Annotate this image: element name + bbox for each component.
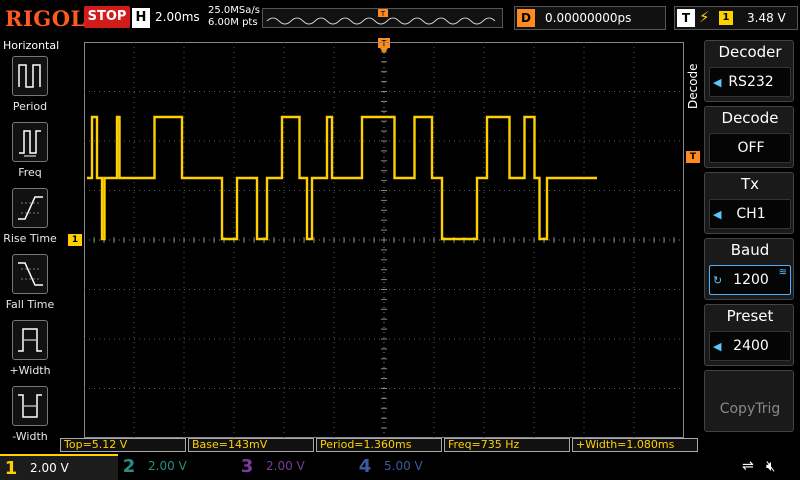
timebase-value[interactable]: 2.00ms: [155, 10, 200, 24]
channel-3-number: 3: [240, 456, 254, 477]
decoder-value-box: ◀ RS232: [709, 67, 791, 97]
acquisition-info: 25.0MSa/s 6.00M pts: [208, 5, 260, 29]
top-status-bar: RIGOL STOP H 2.00ms 25.0MSa/s 6.00M pts …: [0, 0, 800, 36]
rise-time-icon: [12, 188, 48, 228]
tx-title: Tx: [740, 175, 760, 193]
ch1-trace: [87, 115, 597, 241]
channel-4-number: 4: [358, 456, 372, 477]
preset-value-box: ◀ 2400: [709, 331, 791, 361]
channel-2-scale: 2.00 V: [148, 459, 187, 473]
run-stop-button[interactable]: STOP: [84, 6, 130, 28]
decode-title: Decode: [721, 109, 779, 127]
speaker-muted-icon[interactable]: 🔇︎: [766, 457, 775, 475]
baud-title: Baud: [730, 241, 770, 259]
measurement-positive-width[interactable]: +Width=1.080ms: [572, 438, 698, 452]
baud-option[interactable]: Baud ↻ 1200 ≋: [704, 238, 794, 300]
usb-icon: ⇌: [742, 458, 754, 474]
waveform-plot: [83, 41, 685, 439]
decode-menu-side-label: Decode: [686, 63, 700, 109]
frequency-icon: [12, 122, 48, 162]
preset-value: 2400: [733, 338, 769, 354]
delay-box[interactable]: D 0.00000000ps: [514, 6, 666, 30]
measurement-top[interactable]: Top=5.12 V: [60, 438, 186, 452]
measure-negative-width-label: -Width: [12, 430, 48, 443]
trigger-label: T: [677, 9, 695, 27]
copy-trig-label: CopyTrig: [719, 401, 781, 417]
decoder-title: Decoder: [718, 43, 782, 61]
channel-1-tab[interactable]: 1 2.00 V: [0, 454, 118, 480]
channel-bar: 1 2.00 V 2 2.00 V 3 2.00 V 4 5.00 V ⇌ 🔇︎: [0, 452, 800, 480]
trigger-level: 3.48 V: [747, 11, 786, 25]
measure-fall-time-label: Fall Time: [5, 298, 55, 311]
memory-depth: 6.00M pts: [208, 17, 258, 28]
negative-width-icon: [12, 386, 48, 426]
measure-period-label: Period: [12, 100, 48, 113]
trigger-source: 1: [719, 11, 733, 25]
decode-toggle-option[interactable]: Decode OFF: [704, 106, 794, 168]
measure-rise-time-label: Rise Time: [3, 232, 57, 245]
ch1-offset-marker[interactable]: 1: [68, 234, 82, 246]
sample-rate: 25.0MSa/s: [208, 5, 260, 16]
decode-value: OFF: [737, 140, 765, 156]
measure-positive-width-label: +Width: [9, 364, 51, 377]
measure-freq-label: Freq: [18, 166, 42, 179]
measurement-bar: Top=5.12 V Base=143mV Period=1.360ms Fre…: [60, 438, 700, 452]
positive-width-icon: [12, 320, 48, 360]
tx-source-option[interactable]: Tx ◀ CH1: [704, 172, 794, 234]
brand-logo: RIGOL: [5, 6, 86, 31]
preset-title: Preset: [726, 307, 774, 325]
measure-rise-time-button[interactable]: Rise Time: [0, 188, 60, 252]
delay-label: D: [517, 9, 535, 27]
left-menu-title: Horizontal: [3, 39, 60, 52]
channel-2-number: 2: [122, 456, 136, 477]
tx-value: CH1: [736, 206, 766, 222]
decoder-value: RS232: [728, 74, 774, 90]
copy-trig-value-box: CopyTrig: [709, 395, 791, 425]
overview-trigger-text: T: [380, 10, 386, 18]
waveform-overview[interactable]: T: [262, 8, 503, 28]
wifi-knob-icon: ≋: [778, 267, 787, 278]
channel-4-scale: 5.00 V: [384, 459, 423, 473]
waveform-display[interactable]: [83, 41, 685, 439]
measurement-base[interactable]: Base=143mV: [188, 438, 314, 452]
measurement-period[interactable]: Period=1.360ms: [316, 438, 442, 452]
measure-positive-width-button[interactable]: +Width: [0, 320, 60, 384]
fall-time-icon: [12, 254, 48, 294]
channel-3-tab[interactable]: 3 2.00 V: [236, 454, 354, 480]
baud-value-box: ↻ 1200 ≋: [709, 265, 791, 295]
channel-2-tab[interactable]: 2 2.00 V: [118, 454, 236, 480]
horizontal-measure-menu: Horizontal Period Freq Rise Time Fall Ti…: [0, 38, 60, 452]
measure-period-button[interactable]: Period: [0, 56, 60, 120]
trigger-level-marker[interactable]: T: [686, 151, 700, 163]
measure-fall-time-button[interactable]: Fall Time: [0, 254, 60, 318]
copy-trig-option[interactable]: CopyTrig: [704, 370, 794, 432]
rising-edge-icon: ⚡: [699, 8, 710, 26]
decoder-option[interactable]: Decoder ◀ RS232: [704, 40, 794, 102]
measure-negative-width-button[interactable]: -Width: [0, 386, 60, 450]
waveform-overview-graphic: T: [266, 9, 496, 25]
preset-option[interactable]: Preset ◀ 2400: [704, 304, 794, 366]
measure-freq-button[interactable]: Freq: [0, 122, 60, 186]
delay-value: 0.00000000ps: [545, 11, 632, 25]
horizontal-label[interactable]: H: [132, 8, 150, 28]
channel-1-scale: 2.00 V: [30, 461, 69, 475]
channel-1-number: 1: [4, 458, 18, 479]
trigger-box[interactable]: T ⚡ 1 3.48 V: [674, 6, 798, 30]
period-icon: [12, 56, 48, 96]
tx-value-box: ◀ CH1: [709, 199, 791, 229]
channel-3-scale: 2.00 V: [266, 459, 305, 473]
channel-4-tab[interactable]: 4 5.00 V: [354, 454, 472, 480]
measurement-freq[interactable]: Freq=735 Hz: [444, 438, 570, 452]
decode-value-box: OFF: [709, 133, 791, 163]
decode-menu: Decoder ◀ RS232 Decode OFF Tx ◀ CH1 Baud…: [704, 40, 800, 438]
